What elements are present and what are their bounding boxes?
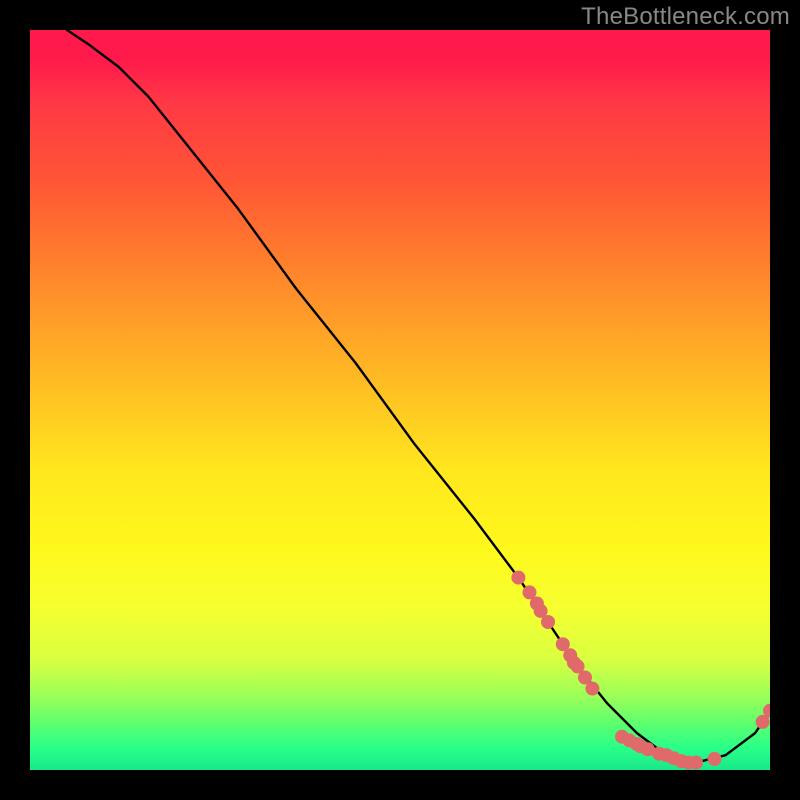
data-marker	[579, 671, 592, 684]
plot-area	[30, 30, 770, 770]
data-marker	[623, 734, 636, 747]
data-marker	[530, 597, 543, 610]
data-marker	[682, 756, 695, 769]
data-marker	[586, 682, 599, 695]
data-marker	[556, 638, 569, 651]
data-marker	[764, 704, 771, 717]
data-marker	[523, 586, 536, 599]
data-marker	[534, 604, 547, 617]
data-marker	[564, 649, 577, 662]
chart-frame: TheBottleneck.com	[0, 0, 800, 800]
data-marker	[756, 715, 769, 728]
data-marker	[630, 738, 643, 751]
data-marker	[690, 756, 703, 769]
data-marker	[675, 755, 688, 768]
data-marker	[660, 749, 673, 762]
data-marker	[653, 747, 666, 760]
data-marker	[512, 571, 525, 584]
watermark-text: TheBottleneck.com	[581, 3, 790, 31]
curve-layer	[30, 30, 770, 770]
data-marker	[641, 743, 654, 756]
data-marker	[571, 660, 584, 673]
data-marker	[616, 730, 629, 743]
data-marker	[667, 752, 680, 765]
data-marker	[708, 752, 721, 765]
data-marker	[634, 740, 647, 753]
data-marker	[567, 656, 580, 669]
data-marker	[542, 616, 555, 629]
marker-group	[512, 571, 770, 769]
main-curve	[67, 30, 770, 763]
